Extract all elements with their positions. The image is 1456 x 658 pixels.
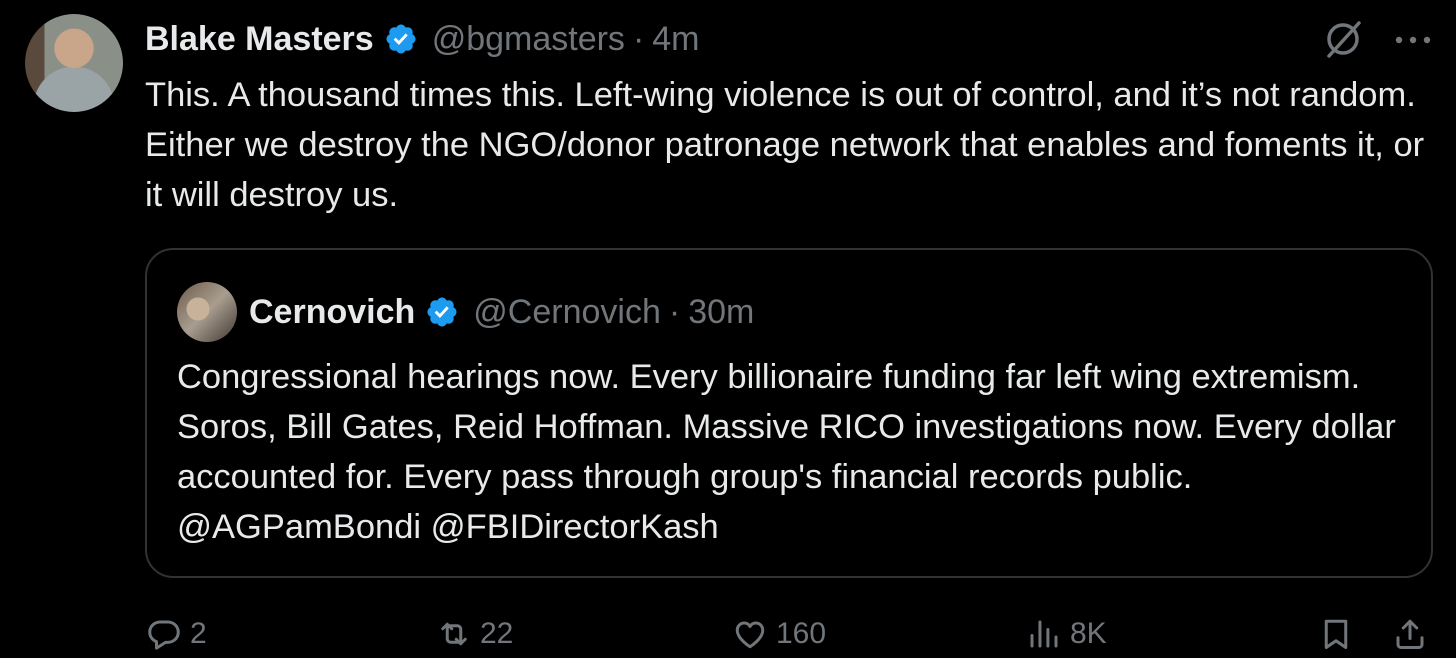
heart-icon [735, 621, 765, 649]
quoted-timestamp[interactable]: 30m [688, 293, 754, 332]
author-avatar[interactable] [25, 14, 123, 112]
tweet[interactable]: Blake Masters @bgmasters · 4m This. A th… [0, 0, 1456, 658]
like-button[interactable]: 160 [732, 616, 826, 652]
repost-count: 22 [480, 617, 514, 650]
quoted-tweet-text: Congressional hearings now. Every billio… [177, 358, 1396, 546]
repost-button[interactable]: 22 [436, 616, 513, 652]
share-button[interactable] [1392, 616, 1428, 652]
tweet-header: Blake Masters @bgmasters · 4m [145, 16, 700, 62]
more-options-icon[interactable] [1392, 30, 1434, 50]
share-icon [1396, 619, 1424, 649]
view-count: 8K [1070, 617, 1107, 650]
header-separator: · [632, 19, 645, 58]
author-display-name[interactable]: Blake Masters [145, 20, 374, 59]
verified-badge-icon [427, 297, 457, 327]
grok-icon[interactable] [1322, 18, 1364, 60]
author-handle[interactable]: @bgmasters [432, 20, 625, 59]
quoted-tweet[interactable]: Cernovich @Cernovich · 30m Congressional… [145, 248, 1433, 578]
quoted-author-display-name[interactable]: Cernovich [249, 293, 415, 332]
tweet-text: This. A thousand times this. Left-wing v… [145, 76, 1425, 214]
quoted-tweet-header: Cernovich @Cernovich · 30m [249, 290, 754, 334]
verified-badge-icon [386, 24, 416, 54]
reply-button[interactable]: 2 [146, 616, 207, 652]
views-button[interactable]: 8K [1026, 616, 1107, 652]
views-chart-icon [1030, 620, 1058, 648]
quoted-author-avatar[interactable] [177, 282, 237, 342]
bookmark-button[interactable] [1318, 616, 1354, 652]
tweet-timestamp[interactable]: 4m [652, 20, 699, 59]
quoted-header-separator: · [668, 292, 681, 331]
reply-count: 2 [190, 617, 207, 650]
quoted-author-handle[interactable]: @Cernovich [473, 293, 661, 332]
repost-icon [441, 622, 467, 646]
like-count: 160 [776, 617, 827, 650]
bookmark-icon [1324, 619, 1348, 649]
tweet-action-bar: 2 22 160 8K [0, 612, 1456, 658]
reply-icon [148, 620, 180, 650]
